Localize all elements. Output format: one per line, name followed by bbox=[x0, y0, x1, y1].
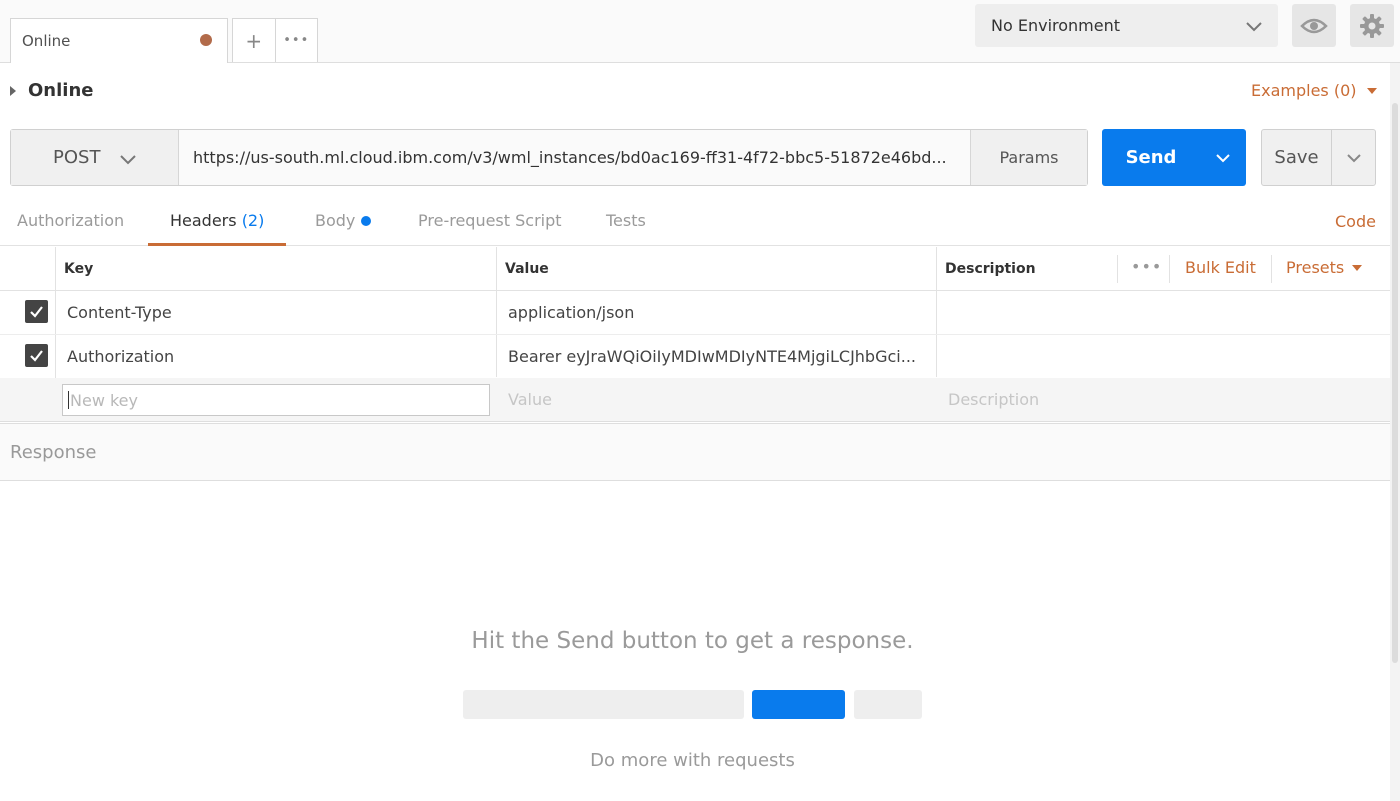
new-header-row: New key Value Description bbox=[0, 378, 1390, 422]
request-tab-online[interactable]: Online bbox=[10, 18, 228, 63]
new-description-input[interactable]: Description bbox=[948, 390, 1039, 409]
settings-button[interactable] bbox=[1350, 4, 1394, 47]
send-button[interactable]: Send bbox=[1102, 129, 1246, 186]
checkbox-checked-icon bbox=[30, 306, 43, 318]
request-url-bar: POST https://us-south.ml.cloud.ibm.com/v… bbox=[10, 129, 1088, 186]
chevron-down-icon bbox=[1246, 22, 1262, 32]
row-enabled-checkbox[interactable] bbox=[25, 344, 48, 367]
environment-quick-look-button[interactable] bbox=[1292, 4, 1336, 47]
column-divider bbox=[1117, 255, 1118, 283]
unsaved-changes-dot-icon bbox=[200, 34, 212, 46]
request-subtabs: Authorization Headers (2) Body Pre-reque… bbox=[0, 200, 1390, 246]
examples-label: Examples (0) bbox=[1251, 81, 1357, 100]
tab-authorization[interactable]: Authorization bbox=[17, 211, 124, 246]
table-row: Content-Type application/json bbox=[0, 291, 1390, 335]
request-name: Online bbox=[28, 80, 94, 101]
placeholder-bar bbox=[463, 690, 744, 719]
eye-icon bbox=[1300, 18, 1328, 33]
send-button-label: Send bbox=[1125, 147, 1177, 168]
table-options-button[interactable]: ••• bbox=[1131, 257, 1162, 276]
new-key-placeholder: New key bbox=[70, 390, 138, 410]
table-row: Authorization Bearer eyJraWQiOiIyMDIwMDI… bbox=[0, 335, 1390, 379]
headers-table-header: Key Value Description ••• Bulk Edit Pres… bbox=[0, 247, 1390, 291]
headers-count-badge: (2) bbox=[241, 211, 265, 230]
tab-body[interactable]: Body bbox=[315, 211, 372, 246]
column-description: Description bbox=[945, 261, 1036, 277]
header-value-cell[interactable]: application/json bbox=[508, 303, 928, 322]
header-key-cell[interactable]: Content-Type bbox=[67, 303, 487, 322]
body-modified-dot-icon bbox=[361, 216, 372, 226]
presets-label: Presets bbox=[1286, 258, 1345, 277]
new-key-input[interactable]: New key bbox=[62, 384, 490, 416]
gear-icon bbox=[1360, 13, 1384, 38]
text-cursor bbox=[68, 391, 69, 409]
send-options-button[interactable] bbox=[1200, 129, 1246, 186]
chevron-down-icon bbox=[1216, 153, 1230, 162]
request-tab-label: Online bbox=[22, 32, 71, 50]
tab-headers-label: Headers bbox=[170, 211, 237, 230]
tab-headers[interactable]: Headers (2) bbox=[148, 211, 287, 246]
caret-down-icon bbox=[1352, 264, 1363, 271]
params-button[interactable]: Params bbox=[970, 130, 1087, 185]
tab-prerequest-script[interactable]: Pre-request Script bbox=[418, 211, 562, 246]
tab-actions: + ••• bbox=[232, 18, 318, 62]
do-more-link[interactable]: Do more with requests bbox=[0, 750, 1385, 771]
method-select[interactable]: POST bbox=[11, 130, 179, 185]
caret-right-icon bbox=[10, 85, 16, 96]
tab-body-label: Body bbox=[315, 211, 356, 230]
chevron-down-icon bbox=[120, 155, 136, 165]
column-value: Value bbox=[505, 261, 549, 277]
scrollbar-thumb[interactable] bbox=[1392, 103, 1398, 663]
save-button-label: Save bbox=[1262, 130, 1332, 185]
column-divider bbox=[1169, 255, 1170, 283]
save-button[interactable]: Save bbox=[1261, 129, 1376, 186]
column-divider bbox=[1271, 255, 1272, 283]
column-key: Key bbox=[64, 261, 94, 277]
examples-dropdown[interactable]: Examples (0) bbox=[1251, 81, 1377, 100]
method-value: POST bbox=[53, 147, 101, 168]
tab-options-button[interactable]: ••• bbox=[276, 19, 318, 62]
presets-dropdown[interactable]: Presets bbox=[1286, 258, 1363, 277]
environment-select-value: No Environment bbox=[991, 16, 1121, 35]
bulk-edit-link[interactable]: Bulk Edit bbox=[1185, 258, 1256, 277]
caret-down-icon bbox=[1366, 87, 1377, 94]
tab-bar: Online + ••• No Environment bbox=[0, 0, 1400, 63]
environment-select[interactable]: No Environment bbox=[975, 4, 1278, 47]
code-link[interactable]: Code bbox=[1335, 212, 1376, 231]
checkbox-checked-icon bbox=[30, 350, 43, 362]
placeholder-bar bbox=[854, 690, 922, 719]
url-input[interactable]: https://us-south.ml.cloud.ibm.com/v3/wml… bbox=[179, 130, 970, 185]
response-header: Response bbox=[0, 423, 1390, 481]
header-key-cell[interactable]: Authorization bbox=[67, 347, 487, 366]
scrollbar[interactable] bbox=[1390, 63, 1400, 801]
placeholder-bar-accent bbox=[752, 690, 845, 719]
request-name-toggle[interactable]: Online bbox=[10, 80, 93, 101]
save-options-button[interactable] bbox=[1332, 130, 1375, 185]
chevron-down-icon bbox=[1346, 153, 1361, 162]
new-value-input[interactable]: Value bbox=[508, 390, 552, 409]
header-value-cell[interactable]: Bearer eyJraWQiOiIyMDIwMDIyNTE4MjgiLCJhb… bbox=[508, 347, 928, 366]
response-empty-message: Hit the Send button to get a response. bbox=[471, 628, 914, 654]
row-enabled-checkbox[interactable] bbox=[25, 300, 48, 323]
response-title: Response bbox=[10, 441, 97, 463]
new-tab-button[interactable]: + bbox=[233, 19, 276, 62]
tab-tests[interactable]: Tests bbox=[606, 211, 646, 246]
